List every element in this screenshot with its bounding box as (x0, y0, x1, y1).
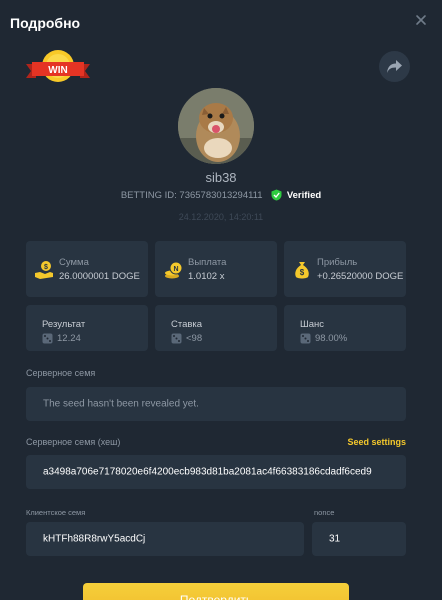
stat-value: +0.26520000 DOGE (317, 271, 404, 282)
coin-stack-icon: N (165, 261, 183, 279)
dice-icon (300, 333, 311, 344)
confirm-button[interactable]: Подтвердить (83, 583, 349, 600)
nonce-value: 31 (329, 533, 341, 545)
betting-id-row: BETTING ID: 7365783013294111 Verified (0, 189, 442, 201)
stat-label: Выплата (188, 257, 227, 268)
stat-card-amount: $ Сумма 26.0000001 DOGE (26, 241, 148, 297)
modal-title: Подробно (10, 15, 81, 31)
server-seed-hash-label: Серверное семя (хеш) (26, 437, 121, 447)
betting-id-value: 7365783013294111 (179, 190, 263, 201)
server-seed-hash-field[interactable]: a3498a706e7178020e6f4200ecb983d81ba2081a… (26, 455, 406, 489)
betting-id-label: BETTING ID: (120, 190, 177, 201)
bet-date: 24.12.2020, 14:20:11 (178, 212, 264, 222)
result-label: Шанс (300, 319, 324, 330)
badge-text: WIN (48, 65, 67, 76)
svg-text:$: $ (300, 268, 305, 277)
dice-icon (42, 333, 53, 344)
result-label: Результат (42, 319, 86, 330)
result-card-chance: Шанс 98.00% (284, 305, 406, 351)
stat-card-profit: $ Прибыль +0.26520000 DOGE (284, 241, 406, 297)
stat-card-payout: N Выплата 1.0102 x (155, 241, 277, 297)
stat-value: 26.0000001 DOGE (59, 271, 140, 282)
result-label: Ставка (171, 319, 203, 330)
result-card-result: Результат 12.24 (26, 305, 148, 351)
stat-value: 1.0102 x (188, 271, 225, 282)
chipmunk-image (178, 88, 254, 164)
client-seed-label: Клиентское семя (26, 508, 86, 517)
nonce-field[interactable]: 31 (312, 522, 406, 556)
nonce-label: nonce (314, 508, 335, 517)
stat-label: Сумма (59, 257, 89, 268)
stat-label: Прибыль (317, 257, 358, 268)
money-hand-icon: $ (35, 261, 53, 279)
username: sib38 (205, 170, 237, 185)
modal-header: Подробно (0, 0, 442, 46)
svg-text:$: $ (44, 264, 48, 271)
seed-settings-link[interactable]: Seed settings (347, 437, 406, 447)
server-seed-field: The seed hasn't been revealed yet. (26, 387, 406, 421)
win-badge: WIN (26, 50, 90, 82)
result-value: 98.00% (315, 333, 348, 344)
verified-shield-icon (271, 189, 282, 201)
svg-text:N: N (173, 266, 178, 273)
client-seed-field[interactable]: kHTFh88R8rwY5acdCj (26, 522, 304, 556)
share-icon (387, 60, 402, 73)
close-icon[interactable] (414, 13, 428, 27)
share-button[interactable] (379, 51, 410, 82)
result-value: 12.24 (57, 333, 81, 344)
client-seed-value: kHTFh88R8rwY5acdCj (43, 533, 146, 545)
money-bag-icon: $ (295, 262, 309, 279)
verified-label: Verified (286, 190, 322, 201)
server-seed-value: The seed hasn't been revealed yet. (43, 398, 199, 410)
dice-icon (171, 333, 182, 344)
server-seed-label: Серверное семя (26, 368, 96, 378)
result-value: <98 (186, 333, 203, 344)
server-seed-hash-value: a3498a706e7178020e6f4200ecb983d81ba2081a… (43, 466, 372, 478)
result-card-bet: Ставка <98 (155, 305, 277, 351)
avatar (178, 88, 254, 164)
